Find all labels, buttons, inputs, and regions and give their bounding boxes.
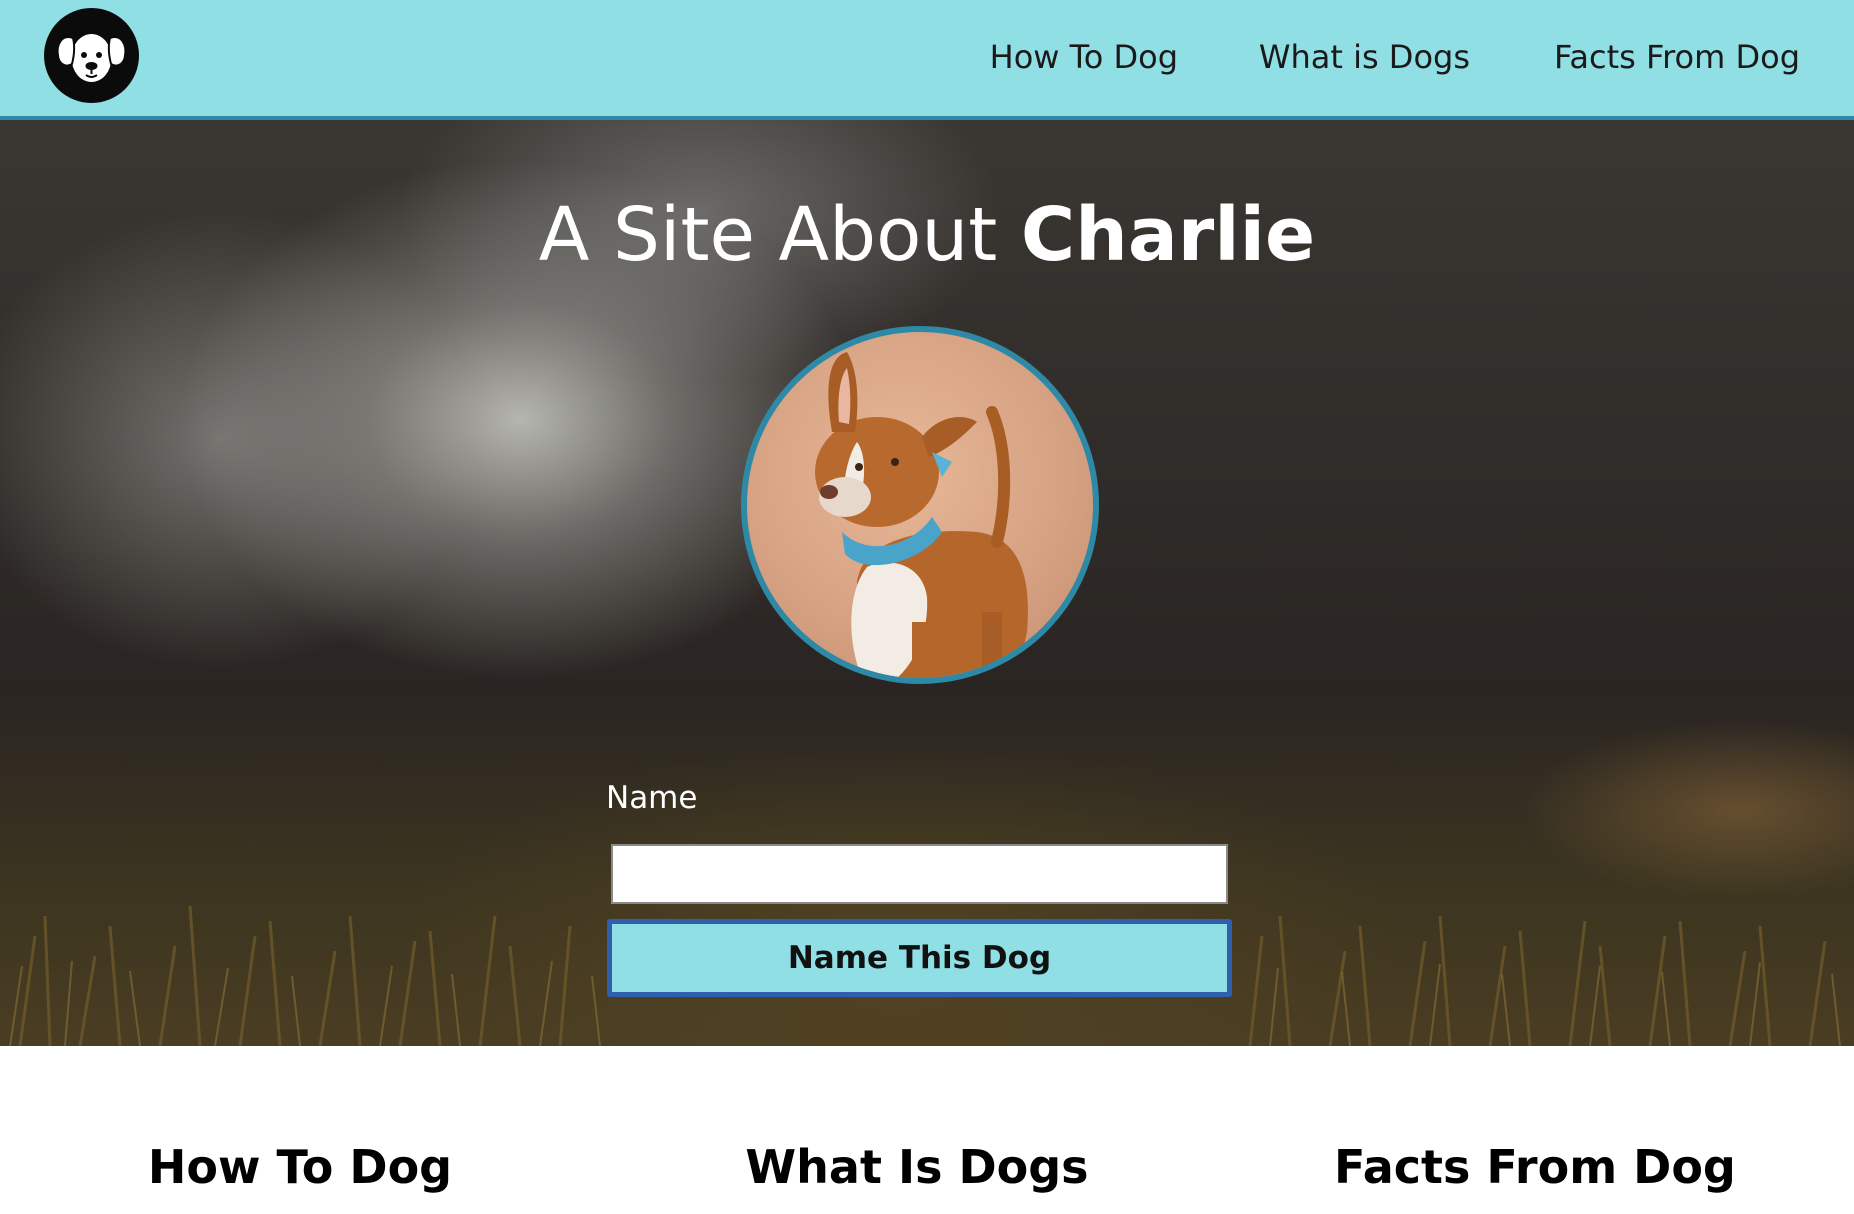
section-title-what-is-dogs: What Is Dogs	[745, 1140, 1089, 1194]
section-title-how-to-dog: How To Dog	[147, 1140, 453, 1194]
nav-facts-from-dog[interactable]: Facts From Dog	[1554, 38, 1800, 76]
hero-section: A Site About Charlie Name Name This Dog	[0, 120, 1854, 1046]
nav-what-is-dogs[interactable]: What is Dogs	[1259, 38, 1470, 76]
dog-face-icon[interactable]	[44, 8, 139, 103]
hero-title-prefix: A Site About	[538, 192, 998, 278]
name-this-dog-button[interactable]: Name This Dog	[607, 919, 1232, 997]
name-label: Name	[606, 780, 698, 816]
nav-how-to-dog[interactable]: How To Dog	[990, 38, 1178, 76]
hero-title-name: Charlie	[1020, 192, 1316, 278]
hero-title: A Site About Charlie	[0, 192, 1854, 278]
section-title-facts-from-dog: Facts From Dog	[1334, 1140, 1736, 1194]
dog-portrait	[741, 326, 1099, 684]
site-header: How To Dog What is Dogs Facts From Dog	[0, 0, 1854, 120]
name-input[interactable]	[611, 844, 1228, 904]
